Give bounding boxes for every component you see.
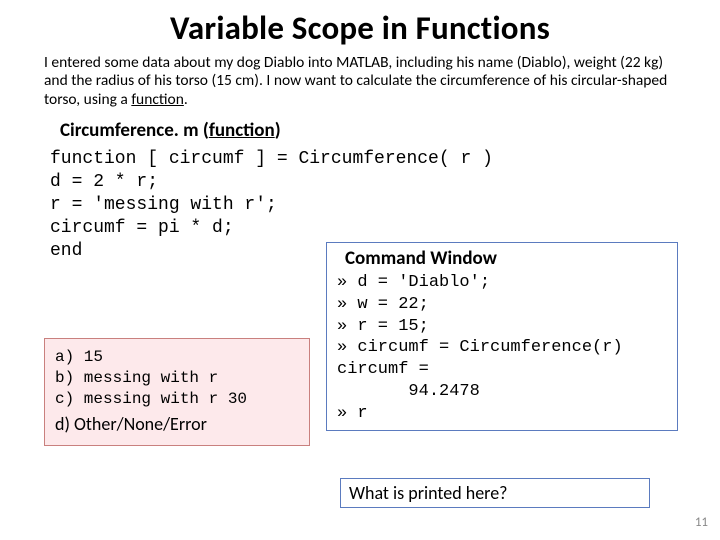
slide: Variable Scope in Functions I entered so… bbox=[0, 0, 720, 540]
page-title: Variable Scope in Functions bbox=[44, 8, 676, 48]
option-b: b) messing with r bbox=[55, 368, 299, 389]
command-window-code: » d = 'Diablo'; » w = 22; » r = 15; » ci… bbox=[337, 272, 671, 424]
option-d: d) Other/None/Error bbox=[55, 413, 299, 436]
command-window-box: Command Window » d = 'Diablo'; » w = 22;… bbox=[326, 242, 678, 431]
function-keyword: function bbox=[209, 119, 275, 142]
function-file-name: Circumference. m ( bbox=[60, 119, 209, 142]
description: I entered some data about my dog Diablo … bbox=[44, 54, 676, 109]
page-number: 11 bbox=[695, 515, 708, 530]
description-link: function bbox=[131, 90, 184, 109]
description-tail: . bbox=[184, 90, 188, 109]
answer-options-box: a) 15 b) messing with r c) messing with … bbox=[44, 338, 310, 446]
command-window-title: Command Window bbox=[345, 247, 671, 270]
option-c: c) messing with r 30 bbox=[55, 389, 299, 410]
question-box: What is printed here? bbox=[340, 478, 650, 508]
function-file-label: Circumference. m (function) bbox=[60, 119, 676, 142]
function-file-tail: ) bbox=[275, 119, 281, 142]
question-text: What is printed here? bbox=[349, 482, 507, 504]
option-a: a) 15 bbox=[55, 347, 299, 368]
